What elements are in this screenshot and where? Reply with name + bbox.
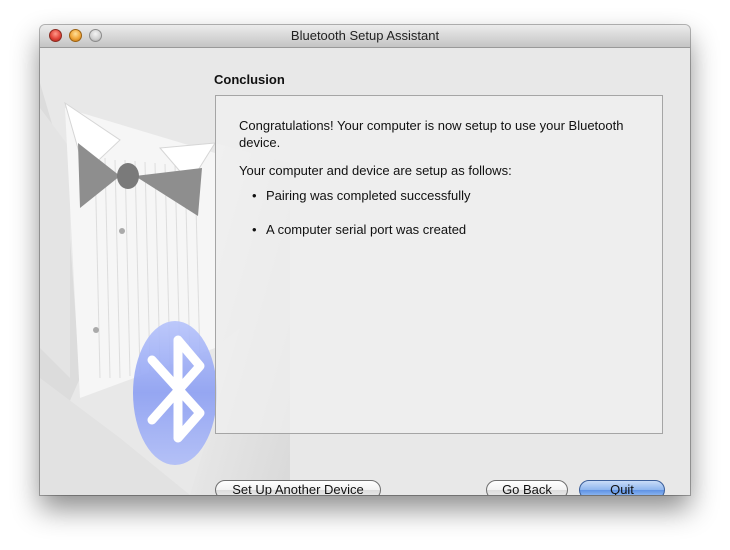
- window-title: Bluetooth Setup Assistant: [290, 28, 440, 43]
- bullet-icon: •: [252, 188, 257, 203]
- section-heading: Conclusion: [214, 72, 285, 87]
- desktop: Bluetooth Setup Assistant Conclusion Con…: [0, 0, 730, 550]
- congratulations-message: Congratulations! Your computer is now se…: [239, 118, 624, 150]
- conclusion-panel: Congratulations! Your computer is now se…: [215, 95, 663, 434]
- title-bar[interactable]: Bluetooth Setup Assistant: [40, 25, 690, 48]
- list-item: • A computer serial port was created: [252, 221, 466, 238]
- setup-intro-text: Your computer and device are setup as fo…: [239, 163, 512, 178]
- list-item-text: A computer serial port was created: [266, 222, 467, 237]
- list-item-text: Pairing was completed successfully: [266, 188, 471, 203]
- quit-button[interactable]: Quit: [579, 480, 665, 495]
- set-up-another-device-button[interactable]: Set Up Another Device: [215, 480, 381, 495]
- assistant-content: Conclusion Congratulations! Your compute…: [40, 48, 690, 495]
- list-item: • Pairing was completed successfully: [252, 187, 470, 204]
- bluetooth-setup-window: Bluetooth Setup Assistant Conclusion Con…: [40, 25, 690, 495]
- bullet-icon: •: [252, 222, 257, 237]
- go-back-button[interactable]: Go Back: [486, 480, 568, 495]
